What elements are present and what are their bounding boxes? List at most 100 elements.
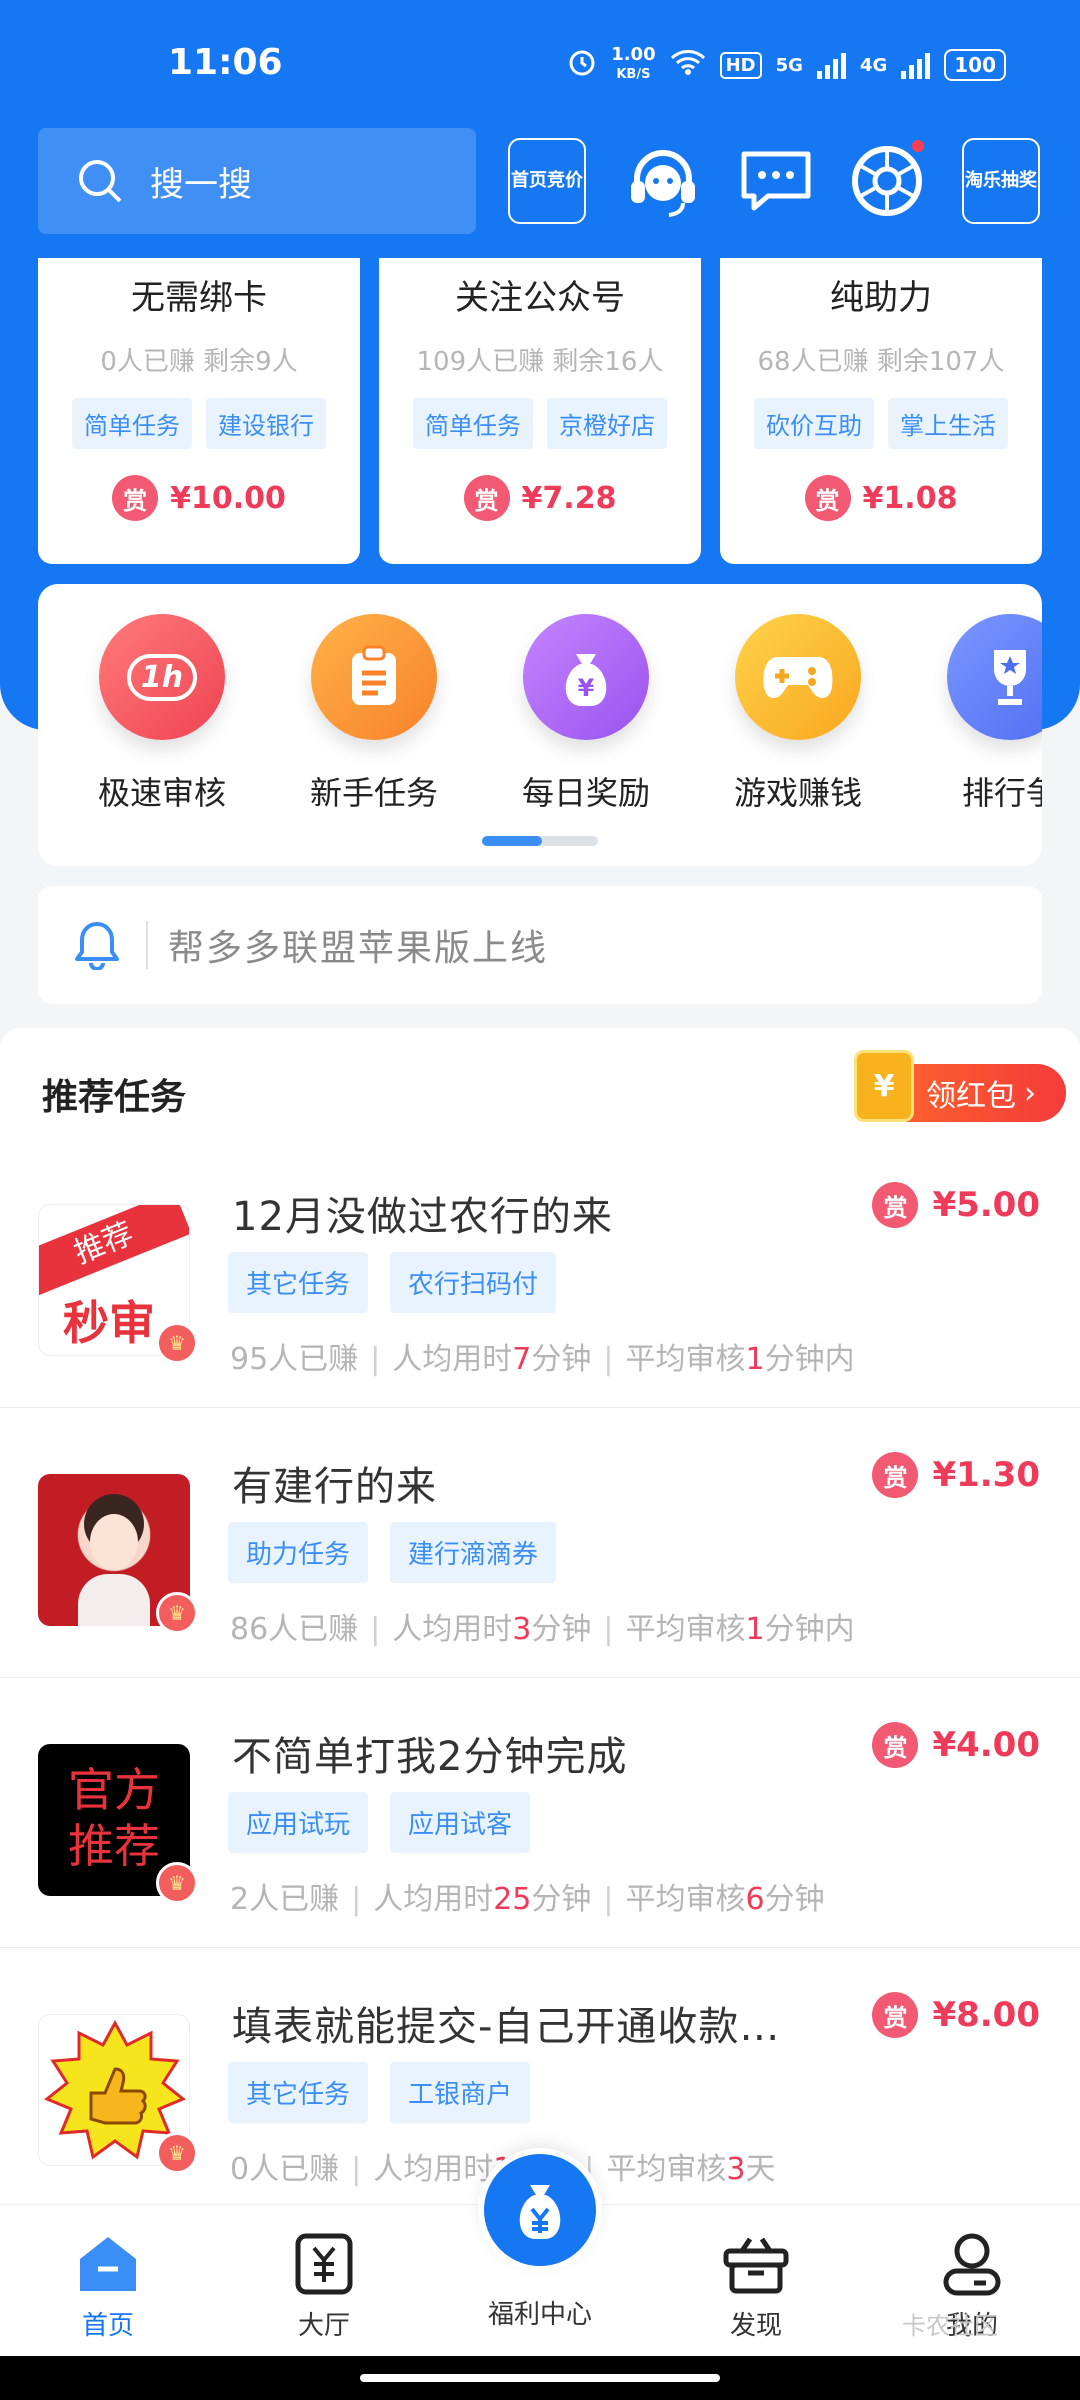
section-title: 推荐任务: [42, 1077, 187, 1118]
category-newbie-tasks[interactable]: 新手任务: [284, 614, 464, 814]
avatar-body: [78, 1574, 150, 1626]
category-daily-reward[interactable]: ¥ 每日奖励: [496, 614, 676, 814]
category-panel: 1h 极速审核 新手任务 ¥ 每日奖励 游戏赚钱 排行争: [38, 584, 1042, 866]
messages-button[interactable]: [734, 138, 818, 224]
card-tag: 简单任务: [413, 398, 533, 449]
task-title: 12月没做过农行的来: [232, 1194, 613, 1240]
category-label: 极速审核: [97, 774, 226, 812]
card-price: ¥7.28: [521, 480, 617, 516]
announcement-text: 帮多多联盟苹果版上线: [168, 928, 549, 969]
avg-time-value: 3: [512, 1612, 532, 1647]
review-unit: 天: [745, 2152, 776, 2187]
avg-time-label: 人均用时: [373, 1882, 494, 1917]
nav-welfare-label[interactable]: 福利中心: [440, 2294, 640, 2331]
nav-hall[interactable]: 大厅: [254, 2231, 394, 2342]
alarm-icon: [567, 47, 597, 83]
card-stats: 68人已赚 剩余107人: [757, 347, 1005, 377]
review-value: 1: [745, 1612, 765, 1647]
gamepad-icon: [735, 614, 861, 740]
crown-icon: ♛: [156, 1862, 198, 1904]
trophy-icon: [947, 614, 1042, 740]
lottery-button[interactable]: 淘乐抽奖: [962, 138, 1040, 224]
category-icon-text: ¥: [578, 674, 595, 702]
red-packet-icon: ¥: [854, 1050, 914, 1122]
card-stats: 0人已赚 剩余9人: [100, 347, 298, 377]
task-item[interactable]: ♛ 有建行的来 赏 ¥1.30 助力任务 建行滴滴券 86人已赚 | 人均用时3分钟 | 平…: [0, 1408, 1080, 1678]
headset-icon: [631, 150, 695, 217]
earned-count: 95人已赚: [230, 1342, 359, 1377]
task-title: 填表就能提交-自己开通收款…: [232, 2004, 781, 2050]
clipboard-icon: [311, 614, 437, 740]
task-tag: 其它任务: [228, 1252, 369, 1313]
review-label: 平均审核: [625, 1342, 746, 1377]
search-placeholder: 搜一搜: [150, 164, 252, 205]
speed-value: 1.00: [611, 44, 656, 65]
money-bag-icon: [519, 2185, 561, 2239]
wifi-icon: [670, 48, 706, 82]
notification-dot: [910, 138, 926, 154]
task-price: ¥8.00: [932, 1995, 1040, 2035]
category-fast-review[interactable]: 1h 极速审核: [72, 614, 252, 814]
nav-discover[interactable]: 发现: [686, 2231, 826, 2342]
task-item[interactable]: 官方 推荐 ♛ 不简单打我2分钟完成 赏 ¥4.00 应用试玩 应用试客 2人已赚 |…: [0, 1678, 1080, 1948]
task-tag: 应用试玩: [228, 1792, 369, 1853]
task-meta: 95人已赚 | 人均用时7分钟 | 平均审核1分钟内: [230, 1342, 855, 1377]
avg-time-label: 人均用时: [392, 1342, 513, 1377]
nav-label: 大厅: [297, 2311, 350, 2341]
featured-task-card[interactable]: 关注公众号 109人已赚 剩余16人 简单任务 京橙好店 赏 ¥7.28: [379, 258, 701, 564]
review-unit: 分钟内: [764, 1342, 855, 1377]
review-value: 1: [745, 1342, 765, 1377]
card-stats: 109人已赚 剩余16人: [416, 347, 664, 377]
camera-button[interactable]: [846, 138, 928, 224]
home-bid-button[interactable]: 首页竞价: [508, 138, 586, 224]
category-label: 每日奖励: [521, 774, 650, 812]
task-title: 有建行的来: [232, 1464, 437, 1510]
signal-icon: [816, 51, 846, 79]
search-icon: [79, 160, 122, 203]
category-icon-text: 1h: [126, 653, 198, 701]
avg-time-label: 人均用时: [392, 1612, 513, 1647]
review-value: 3: [726, 2152, 746, 2187]
avatar-face: [90, 1514, 138, 1570]
task-item[interactable]: 推荐 秒审 ♛ 12月没做过农行的来 赏 ¥5.00 其它任务 农行扫码付 95人已…: [0, 1138, 1080, 1408]
featured-task-card[interactable]: 纯助力 68人已赚 剩余107人 砍价互助 掌上生活 赏 ¥1.08: [720, 258, 1042, 564]
reward-badge: 赏: [872, 1182, 919, 1228]
net-4g: 4G: [859, 54, 888, 76]
reward-badge: 赏: [112, 475, 159, 521]
card-title: 关注公众号: [455, 278, 625, 318]
watermark: 卡农社区: [902, 2312, 998, 2340]
task-price: ¥1.30: [932, 1455, 1040, 1495]
status-bar: 11:06 1.00 KB/S HD 5G 4G 100: [0, 0, 1080, 120]
stopwatch-icon: 1h: [99, 614, 225, 740]
search-bar[interactable]: 搜一搜: [38, 128, 476, 234]
aperture-icon: [852, 146, 922, 216]
status-time: 11:06: [168, 42, 283, 83]
chat-icon: [741, 151, 811, 211]
task-tag: 应用试客: [390, 1792, 531, 1853]
review-label: 平均审核: [625, 1882, 746, 1917]
network-speed: 1.00 KB/S: [611, 46, 655, 84]
crown-icon: ♛: [156, 2132, 198, 2174]
category-label: 排行争: [961, 774, 1042, 812]
welfare-center-button[interactable]: [478, 2148, 602, 2272]
crown-icon: ♛: [156, 1322, 198, 1364]
task-tag: 助力任务: [228, 1522, 369, 1583]
nav-home[interactable]: 首页: [38, 2231, 178, 2342]
reward-badge: 赏: [872, 1992, 919, 2038]
chevron-right-icon: ›: [1024, 1075, 1036, 1111]
nav-label: 发现: [729, 2311, 782, 2341]
earned-count: 2人已赚: [230, 1882, 340, 1917]
red-packet-button[interactable]: ¥ 领红包 ›: [854, 1050, 1066, 1122]
announcement-bar[interactable]: 帮多多联盟苹果版上线: [38, 886, 1042, 1004]
card-title: 纯助力: [830, 278, 932, 318]
category-game-earn[interactable]: 游戏赚钱: [708, 614, 888, 814]
review-value: 6: [745, 1882, 765, 1917]
category-ranking[interactable]: 排行争: [920, 614, 1042, 814]
task-title: 不简单打我2分钟完成: [232, 1734, 628, 1780]
featured-task-card[interactable]: 无需绑卡 0人已赚 剩余9人 简单任务 建设银行 赏 ¥10.00: [38, 258, 360, 564]
earned-count: 0人已赚: [230, 2152, 340, 2187]
category-label: 新手任务: [309, 774, 438, 812]
card-price: ¥10.00: [170, 480, 286, 516]
task-tag: 工银商户: [390, 2062, 531, 2123]
customer-service-button[interactable]: [618, 138, 708, 224]
